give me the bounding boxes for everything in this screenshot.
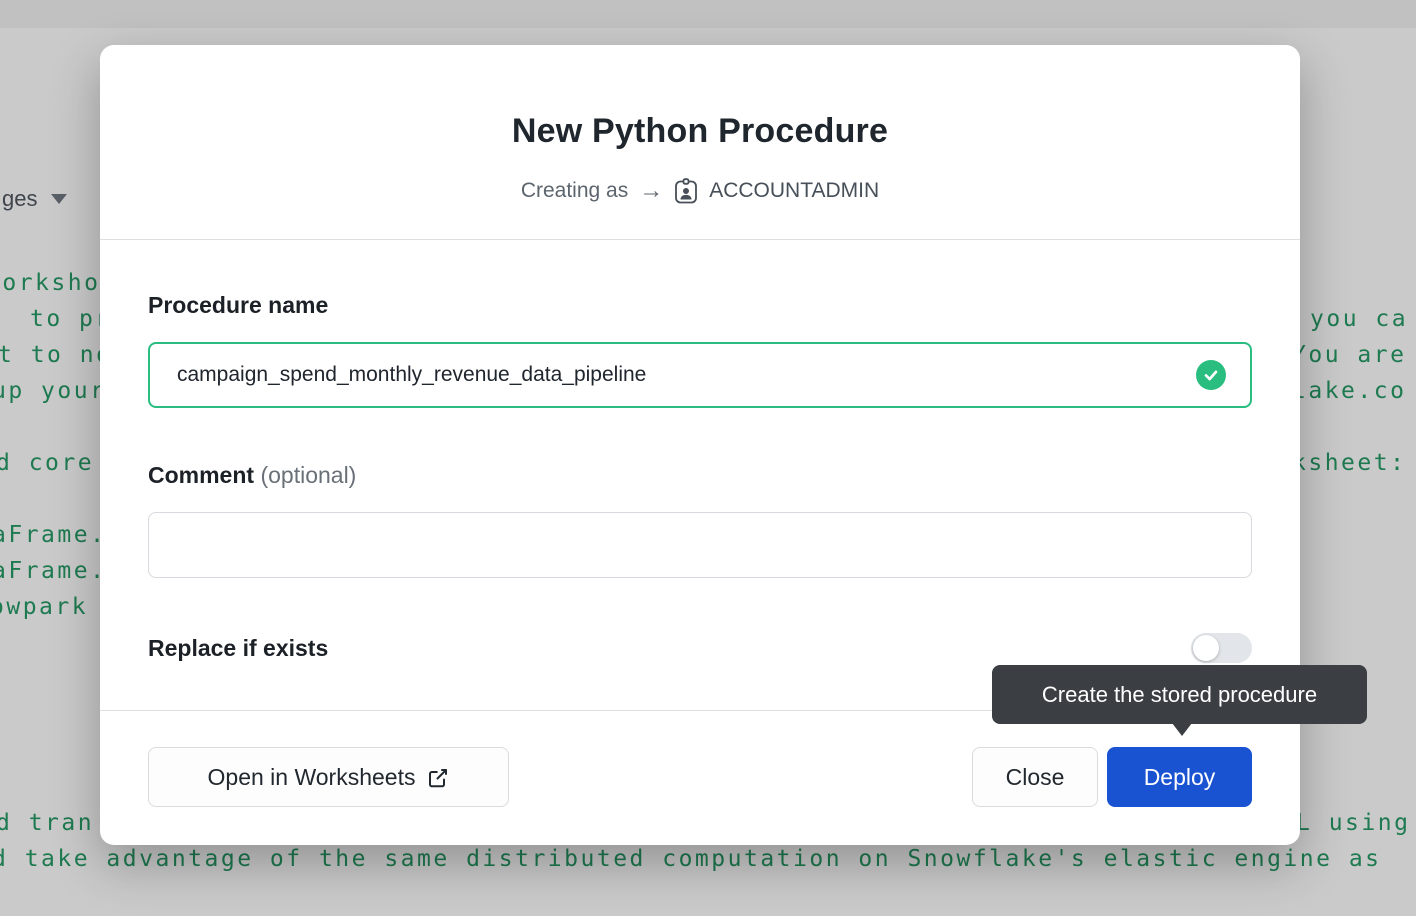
toggle-knob	[1193, 635, 1219, 661]
code-line: You are	[1292, 342, 1406, 368]
code-line: owpark	[0, 594, 88, 620]
procedure-name-input[interactable]	[148, 342, 1252, 408]
code-line: d core	[0, 450, 94, 476]
code-line: lake.co	[1292, 378, 1406, 404]
deploy-button[interactable]: Deploy	[1107, 747, 1252, 807]
comment-field-wrap	[148, 512, 1252, 578]
external-link-icon	[427, 767, 449, 789]
comment-label-text: Comment	[148, 462, 254, 488]
code-line: ksheet:	[1292, 450, 1406, 476]
creating-as-row: Creating as → ACCOUNTADMIN	[100, 177, 1300, 205]
dialog-title: New Python Procedure	[100, 112, 1300, 151]
procedure-name-field-wrap	[148, 342, 1252, 408]
deploy-tooltip-text: Create the stored procedure	[1042, 682, 1317, 708]
chevron-down-icon	[51, 194, 67, 204]
arrow-right-icon: →	[639, 177, 663, 205]
deploy-tooltip: Create the stored procedure	[992, 665, 1367, 724]
code-line: aFrame.	[0, 558, 106, 584]
packages-dropdown-fragment[interactable]: ges	[2, 186, 67, 212]
creating-as-label: Creating as	[521, 179, 628, 203]
close-button-label: Close	[1006, 764, 1065, 791]
open-in-worksheets-label: Open in Worksheets	[208, 764, 416, 791]
new-python-procedure-dialog: New Python Procedure Creating as → ACCOU…	[100, 45, 1300, 845]
packages-dropdown-label: ges	[2, 186, 37, 212]
procedure-name-label: Procedure name	[148, 292, 328, 319]
code-line: aFrame.	[0, 522, 106, 548]
code-line: t to no	[0, 342, 112, 368]
close-button[interactable]: Close	[972, 747, 1098, 807]
code-line: d tran	[0, 810, 94, 836]
comment-input[interactable]	[148, 512, 1252, 578]
deploy-button-label: Deploy	[1144, 764, 1216, 791]
open-in-worksheets-button[interactable]: Open in Worksheets	[148, 747, 509, 807]
backdrop-top-strip	[0, 0, 1416, 28]
code-line: you ca	[1310, 306, 1408, 332]
code-line: Worksho	[0, 270, 100, 296]
header-divider	[100, 239, 1300, 240]
role-name: ACCOUNTADMIN	[709, 179, 879, 203]
code-line: d take advantage of the same distributed…	[0, 846, 1382, 872]
role-badge-icon	[674, 178, 698, 204]
comment-optional-suffix: (optional)	[260, 462, 356, 488]
code-line: up your	[0, 378, 106, 404]
replace-if-exists-label: Replace if exists	[148, 632, 328, 664]
valid-check-icon	[1196, 360, 1226, 390]
comment-label: Comment (optional)	[148, 462, 356, 489]
code-line: L using	[1296, 810, 1410, 836]
tooltip-arrow	[1172, 723, 1192, 736]
replace-if-exists-toggle[interactable]	[1191, 633, 1252, 663]
